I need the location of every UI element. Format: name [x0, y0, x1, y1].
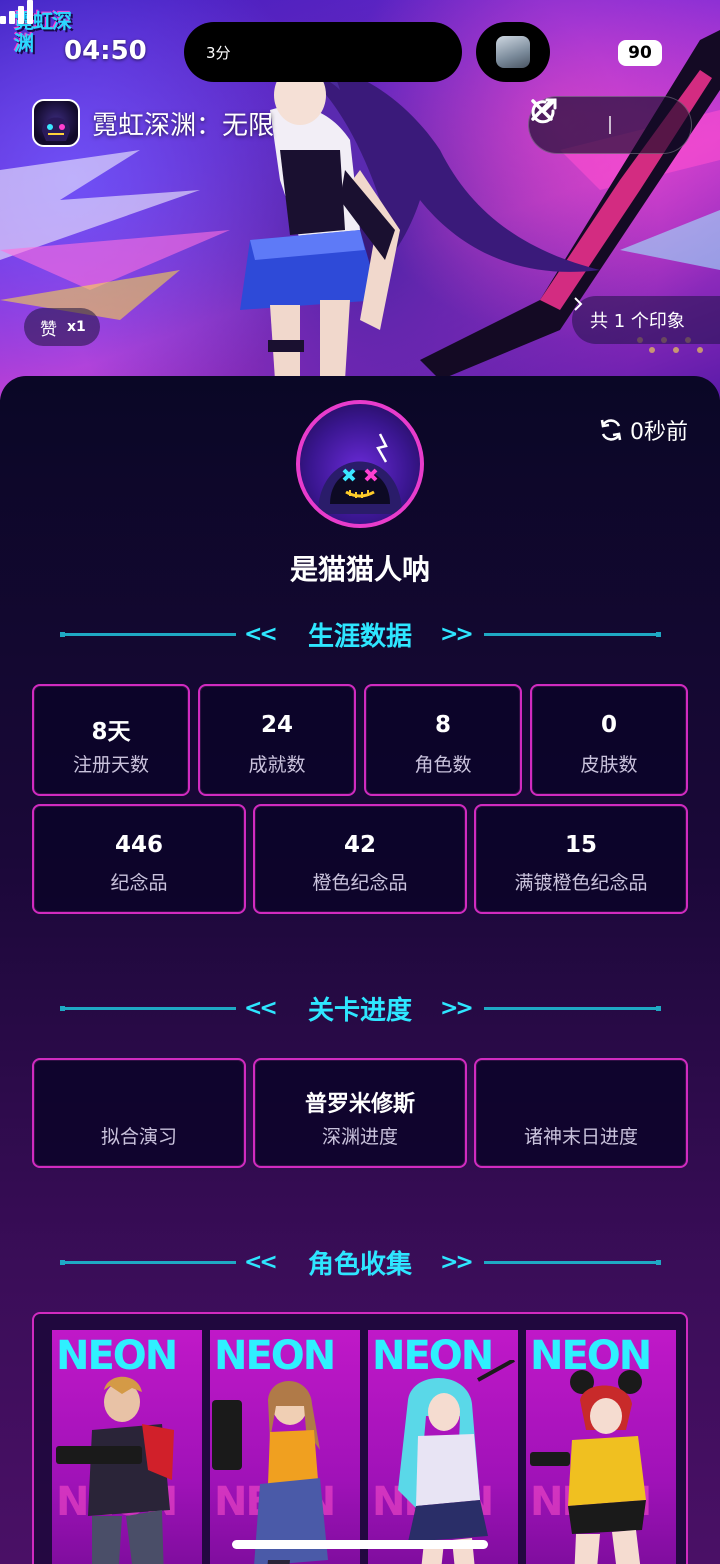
character-card[interactable]: NEON NEON [210, 1330, 360, 1564]
stat-value: 24 [260, 712, 293, 738]
thumbnail-image [496, 36, 530, 68]
mini-program-title: 霓虹深渊：无限 [92, 110, 275, 141]
character-portrait [530, 1370, 646, 1564]
stat-value: 8 [434, 712, 451, 738]
stat-value: 15 [564, 832, 597, 858]
stat-label: 注册天数 [72, 754, 149, 776]
mini-program-header: 霓虹深渊：无限 [32, 98, 274, 148]
character-portrait [56, 1376, 174, 1564]
status-time: 04:50 [64, 36, 147, 66]
progress-value: 普罗米修斯 [304, 1092, 415, 1117]
stat-card-achievements: 24 成就数 [198, 684, 356, 796]
arrows-right-icon: >> [440, 996, 474, 1021]
progress-card-ragnarok: 诸神末日进度 [474, 1058, 688, 1168]
progress-card-drill: 拟合演习 [32, 1058, 246, 1168]
progress-section-header: << 关卡进度 >> [0, 988, 720, 1028]
stat-value: 8天 [91, 719, 131, 745]
like-chip[interactable]: 赞 x1 [24, 308, 100, 346]
character-card[interactable]: NEON NEON [52, 1330, 202, 1564]
career-section-header: << 生涯数据 >> [0, 614, 720, 654]
stat-label: 满镀橙色纪念品 [514, 872, 648, 894]
arrows-right-icon: >> [440, 622, 474, 647]
page: 霓虹深渊 04:50 3分 90 霓虹深渊：无限 赞 x1 共 1 个印象 0秒… [0, 0, 720, 1564]
stat-label: 橙色纪念品 [312, 872, 408, 894]
chevron-right-icon [574, 297, 583, 311]
progress-label: 拟合演习 [100, 1126, 177, 1148]
collection-section-header: << 角色收集 >> [0, 1242, 720, 1282]
stat-label: 成就数 [248, 754, 306, 776]
like-label: 赞 [40, 319, 57, 340]
app-icon [32, 99, 80, 147]
avatar-image [318, 433, 402, 514]
island-timer-label: 3分 [206, 44, 231, 62]
stat-label: 角色数 [414, 754, 472, 776]
character-portrait [212, 1380, 328, 1564]
home-indicator[interactable] [232, 1540, 488, 1549]
mini-program-capsule [528, 96, 692, 154]
stat-card-characters: 8 角色数 [364, 684, 522, 796]
progress-label: 诸神末日进度 [523, 1126, 638, 1148]
refresh-time: 0秒前 [630, 420, 688, 445]
impressions-label: 共 1 个印象 [590, 311, 685, 332]
stat-card-register-days: 8天 注册天数 [32, 684, 190, 796]
signal-icon [0, 0, 33, 24]
stat-card-souvenirs: 446 纪念品 [32, 804, 246, 914]
character-portrait [398, 1360, 515, 1564]
character-collection: NEON NEON NEON NEON [32, 1312, 688, 1564]
stat-label: 纪念品 [110, 872, 168, 894]
stat-card-skins: 0 皮肤数 [530, 684, 688, 796]
character-card[interactable]: NEON NEON [526, 1330, 676, 1564]
arrows-right-icon: >> [440, 1250, 474, 1275]
username: 是猫猫人呐 [289, 553, 430, 586]
close-button[interactable] [531, 96, 691, 154]
stat-label: 皮肤数 [580, 754, 638, 776]
stat-value: 446 [114, 832, 163, 858]
refresh-icon [600, 419, 622, 441]
stat-value: 0 [600, 712, 617, 738]
profile-panel: 0秒前 是猫猫人呐 << 生涯数据 >> 8天 注册天数 24 成就数 8 角色… [0, 376, 720, 1564]
battery-indicator: 90 [618, 40, 662, 66]
progress-card-abyss: 普罗米修斯 深渊进度 [253, 1058, 467, 1168]
avatar[interactable] [296, 400, 424, 528]
stat-card-orange-souvenirs: 42 橙色纪念品 [253, 804, 467, 914]
impressions-chip[interactable]: 共 1 个印象 [572, 296, 720, 344]
stat-card-full-plated-souvenirs: 15 满镀橙色纪念品 [474, 804, 688, 914]
progress-label: 深渊进度 [321, 1126, 398, 1148]
close-icon [531, 99, 553, 121]
stat-value: 42 [343, 832, 376, 858]
island-thumbnail[interactable] [476, 22, 550, 82]
hero-banner: 霓虹深渊 04:50 3分 90 霓虹深渊：无限 赞 x1 共 1 个印象 [0, 0, 720, 400]
like-count: x1 [67, 319, 86, 335]
character-card[interactable]: NEON NEON [368, 1330, 518, 1564]
refresh-button[interactable]: 0秒前 [598, 414, 688, 446]
